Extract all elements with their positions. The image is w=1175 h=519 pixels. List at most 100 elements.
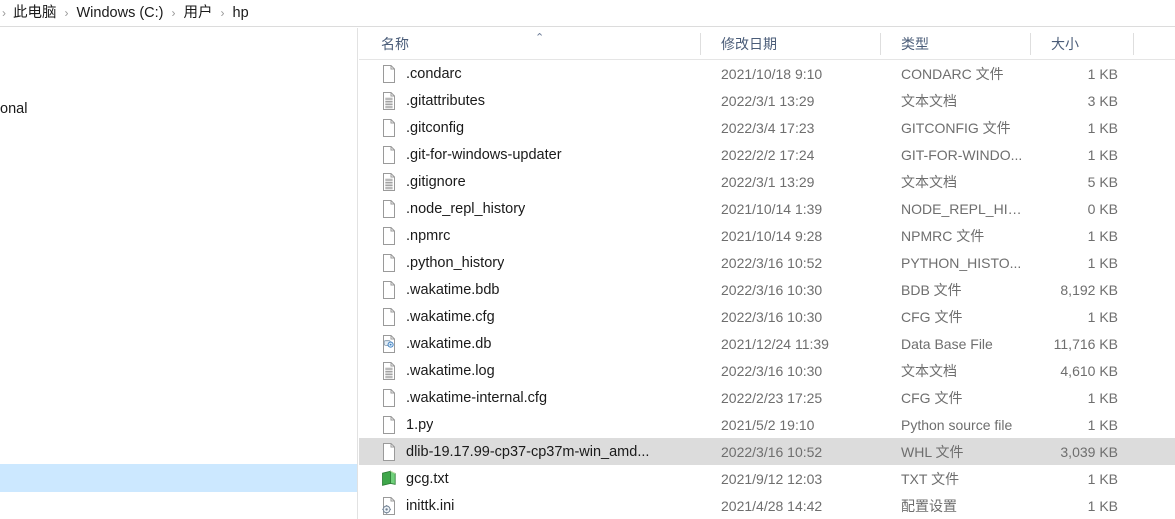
file-type-cell: Python source file xyxy=(901,416,1013,433)
blank-file-icon xyxy=(381,415,397,434)
file-date-cell: 2021/9/12 12:03 xyxy=(721,470,823,487)
table-row[interactable]: .node_repl_history 2021/10/14 1:39 NODE_RE… xyxy=(359,195,1175,222)
file-name-label: .condarc xyxy=(406,65,462,82)
file-name-label: .wakatime.cfg xyxy=(406,308,495,325)
file-name-cell[interactable]: dlib-19.17.99-cp37-cp37m-win_amd... xyxy=(381,442,699,461)
file-name-cell[interactable]: .python_history xyxy=(381,253,699,272)
nav-item-selected[interactable] xyxy=(0,464,357,492)
breadcrumb-item-users[interactable]: 用户 xyxy=(183,4,214,23)
file-name-label: .gitignore xyxy=(406,173,466,190)
file-name-label: dlib-19.17.99-cp37-cp37m-win_amd... xyxy=(406,443,650,460)
file-name-label: .python_history xyxy=(406,254,505,271)
table-row[interactable]: .gitignore 2022/3/1 13:29 文本文档 5 KB xyxy=(359,168,1175,195)
file-date-cell: 2022/3/16 10:30 xyxy=(721,362,823,379)
file-name-cell[interactable]: .gitignore xyxy=(381,172,699,191)
table-row[interactable]: .wakatime.db 2021/12/24 11:39 Data Base Fi… xyxy=(359,330,1175,357)
file-name-label: .gitattributes xyxy=(406,92,485,109)
column-header-size[interactable]: 大小 xyxy=(1040,28,1135,59)
file-name-cell[interactable]: .wakatime.db xyxy=(381,334,699,353)
breadcrumb-item-this-pc[interactable]: 此电脑 xyxy=(12,4,58,23)
breadcrumb-item-windows-c[interactable]: Windows (C:) xyxy=(76,4,165,23)
blank-file-icon xyxy=(381,442,397,461)
file-size-cell: 0 KB xyxy=(1087,200,1118,217)
file-date-cell: 2022/3/1 13:29 xyxy=(721,92,815,109)
table-row[interactable]: .wakatime.log 2022/3/16 10:30 文本文档 4,610 KB xyxy=(359,357,1175,384)
column-header-type[interactable]: 类型 xyxy=(890,28,1030,59)
file-name-cell[interactable]: .gitconfig xyxy=(381,118,699,137)
file-name-cell[interactable]: gcg.txt xyxy=(381,470,699,488)
file-date-cell: 2022/3/1 13:29 xyxy=(721,173,815,190)
file-name-cell[interactable]: .node_repl_history xyxy=(381,199,699,218)
column-divider[interactable] xyxy=(1030,33,1031,55)
table-row[interactable]: inittk.ini 2021/4/28 14:42 配置设置 1 KB xyxy=(359,492,1175,519)
navigation-pane[interactable]: onal xyxy=(0,28,358,519)
file-list-pane[interactable]: ⌃ 名称 修改日期 类型 大小 .condarc 2021/10/18 9:10 C… xyxy=(359,28,1175,519)
column-divider[interactable] xyxy=(1133,33,1134,55)
file-name-label: .wakatime.bdb xyxy=(406,281,500,298)
table-row[interactable]: gcg.txt 2021/9/12 12:03 TXT 文件 1 KB xyxy=(359,465,1175,492)
breadcrumb-separator-icon: › xyxy=(64,6,69,20)
green-book-icon xyxy=(381,470,397,488)
file-type-cell: 文本文档 xyxy=(901,173,957,190)
file-size-cell: 11,716 KB xyxy=(1053,335,1118,352)
blank-file-icon xyxy=(381,64,397,83)
file-type-cell: PYTHON_HISTO... xyxy=(901,254,1022,271)
file-name-label: .git-for-windows-updater xyxy=(406,146,562,163)
table-row[interactable]: .gitattributes 2022/3/1 13:29 文本文档 3 KB xyxy=(359,87,1175,114)
file-date-cell: 2021/12/24 11:39 xyxy=(721,335,829,352)
table-row[interactable]: 1.py 2021/5/2 19:10 Python source file 1 KB xyxy=(359,411,1175,438)
file-size-cell: 1 KB xyxy=(1087,389,1118,406)
table-row[interactable]: .python_history 2022/3/16 10:52 PYTHON_HIS… xyxy=(359,249,1175,276)
file-date-cell: 2021/4/28 14:42 xyxy=(721,497,823,514)
table-row[interactable]: .git-for-windows-updater 2022/2/2 17:24 GI… xyxy=(359,141,1175,168)
file-type-cell: Data Base File xyxy=(901,335,993,352)
table-row[interactable]: .condarc 2021/10/18 9:10 CONDARC 文件 1 KB xyxy=(359,60,1175,87)
column-divider[interactable] xyxy=(700,33,701,55)
table-row[interactable]: .npmrc 2021/10/14 9:28 NPMRC 文件 1 KB xyxy=(359,222,1175,249)
file-date-cell: 2022/2/2 17:24 xyxy=(721,146,815,163)
file-name-cell[interactable]: .wakatime-internal.cfg xyxy=(381,388,699,407)
breadcrumb-item-hp[interactable]: hp xyxy=(232,4,250,23)
file-type-cell: GITCONFIG 文件 xyxy=(901,119,1011,136)
file-size-cell: 3 KB xyxy=(1087,92,1118,109)
blank-file-icon xyxy=(381,145,397,164)
breadcrumb[interactable]: › 此电脑 › Windows (C:) › 用户 › hp xyxy=(0,0,1175,27)
file-name-cell[interactable]: .npmrc xyxy=(381,226,699,245)
file-size-cell: 1 KB xyxy=(1087,416,1118,433)
file-type-cell: WHL 文件 xyxy=(901,443,964,460)
column-header-name[interactable]: 名称 xyxy=(381,28,701,59)
file-size-cell: 1 KB xyxy=(1087,254,1118,271)
file-name-cell[interactable]: 1.py xyxy=(381,415,699,434)
column-divider[interactable] xyxy=(880,33,881,55)
file-name-cell[interactable]: inittk.ini xyxy=(381,496,699,515)
file-name-cell[interactable]: .wakatime.log xyxy=(381,361,699,380)
blank-file-icon xyxy=(381,253,397,272)
breadcrumb-separator-icon: › xyxy=(2,6,6,20)
config-file-icon xyxy=(381,496,397,515)
file-size-cell: 5 KB xyxy=(1087,173,1118,190)
nav-item-clipped-label[interactable]: onal xyxy=(0,102,27,117)
column-header-date-modified[interactable]: 修改日期 xyxy=(710,28,880,59)
file-date-cell: 2022/3/16 10:30 xyxy=(721,308,823,325)
table-row[interactable]: .gitconfig 2022/3/4 17:23 GITCONFIG 文件 1 KB xyxy=(359,114,1175,141)
file-size-cell: 1 KB xyxy=(1087,497,1118,514)
file-list-column-header[interactable]: ⌃ 名称 修改日期 类型 大小 xyxy=(359,28,1175,60)
file-type-cell: BDB 文件 xyxy=(901,281,962,298)
text-file-icon xyxy=(381,361,397,380)
file-list-rows[interactable]: .condarc 2021/10/18 9:10 CONDARC 文件 1 KB .gi… xyxy=(359,60,1175,519)
file-name-cell[interactable]: .condarc xyxy=(381,64,699,83)
blank-file-icon xyxy=(381,388,397,407)
file-name-cell[interactable]: .gitattributes xyxy=(381,91,699,110)
file-name-cell[interactable]: .wakatime.bdb xyxy=(381,280,699,299)
table-row[interactable]: .wakatime.bdb 2022/3/16 10:30 BDB 文件 8,192 … xyxy=(359,276,1175,303)
file-date-cell: 2021/10/14 1:39 xyxy=(721,200,823,217)
table-row[interactable]: .wakatime.cfg 2022/3/16 10:30 CFG 文件 1 KB xyxy=(359,303,1175,330)
file-name-cell[interactable]: .wakatime.cfg xyxy=(381,307,699,326)
file-date-cell: 2021/5/2 19:10 xyxy=(721,416,815,433)
file-name-cell[interactable]: .git-for-windows-updater xyxy=(381,145,699,164)
table-row[interactable]: .wakatime-internal.cfg 2022/2/23 17:25 CFG… xyxy=(359,384,1175,411)
breadcrumb-separator-icon: › xyxy=(171,6,176,20)
file-type-cell: 文本文档 xyxy=(901,92,957,109)
table-row[interactable]: dlib-19.17.99-cp37-cp37m-win_amd... 2022/… xyxy=(359,438,1175,465)
file-type-cell: TXT 文件 xyxy=(901,470,960,487)
